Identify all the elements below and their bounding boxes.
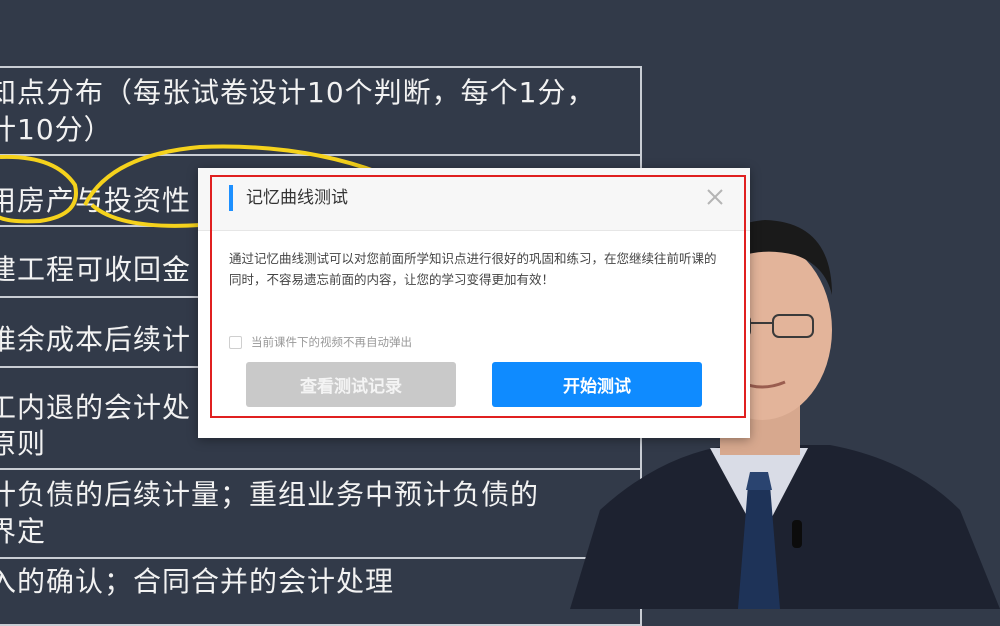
header-accent-bar — [229, 185, 233, 211]
slide-text-line: 知点分布（每张试卷设计10个判断，每个1分， — [0, 76, 596, 109]
close-icon[interactable] — [704, 186, 726, 208]
start-test-button[interactable]: 开始测试 — [492, 362, 702, 407]
dialog-title: 记忆曲线测试 — [246, 188, 348, 208]
auto-popup-checkbox-row[interactable]: 当前课件下的视频不再自动弹出 — [229, 333, 412, 351]
slide-text-line: 计负债的后续计量；重组业务中预计负债的 — [0, 478, 540, 511]
view-test-history-button[interactable]: 查看测试记录 — [246, 362, 456, 407]
memory-curve-test-dialog: 记忆曲线测试 通过记忆曲线测试可以对您前面所学知识点进行很好的巩固和练习，在您继… — [198, 168, 750, 438]
dialog-description: 通过记忆曲线测试可以对您前面所学知识点进行很好的巩固和练习，在您继续往前听课的同… — [229, 251, 717, 287]
auto-popup-checkbox[interactable] — [229, 335, 242, 349]
slide-text-line: 推余成本后续计 — [0, 323, 192, 356]
slide-text-line: 建工程可收回金 — [0, 253, 192, 286]
slide-text-line: 入的确认；合同合并的会计处理 — [0, 565, 395, 598]
slide-text-line: 原则 — [0, 427, 47, 460]
slide-text-line: 工内退的会计处 — [0, 391, 192, 424]
slide-text-line: 界定 — [0, 515, 47, 548]
checkbox-label[interactable]: 当前课件下的视频不再自动弹出 — [251, 334, 412, 350]
dialog-header: 记忆曲线测试 — [198, 168, 750, 231]
